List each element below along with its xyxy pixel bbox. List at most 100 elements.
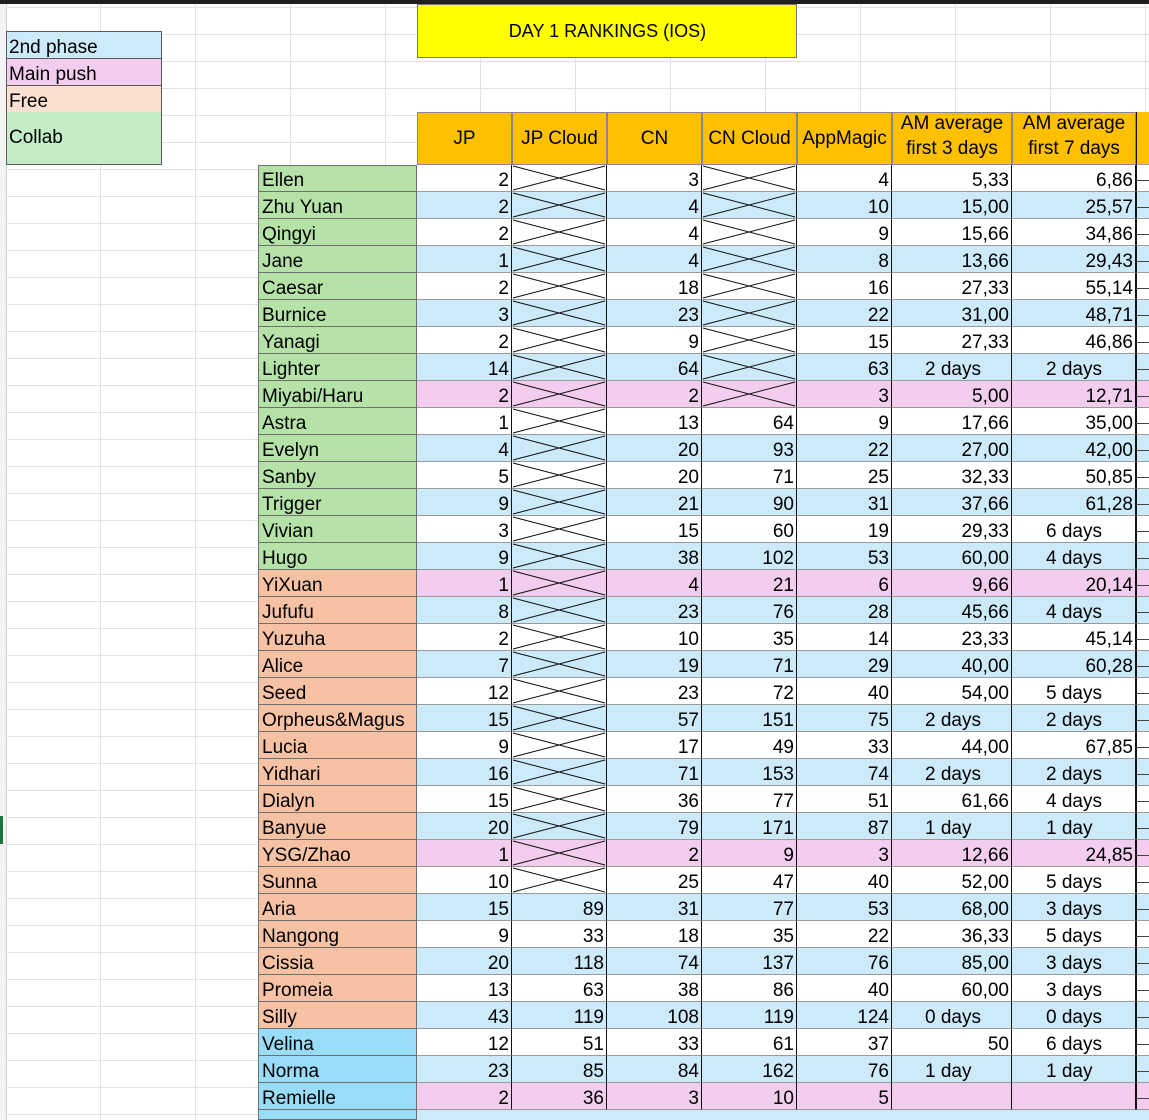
cell-jp[interactable]: 5 — [417, 462, 512, 489]
cell-am7[interactable]: 29,43 — [1012, 246, 1136, 273]
cell-am7[interactable]: 2 days — [1012, 354, 1136, 381]
cell-jp[interactable]: 2 — [417, 219, 512, 246]
cell-am7[interactable]: 46,86 — [1012, 327, 1136, 354]
cell-cn[interactable]: 84 — [607, 1056, 702, 1083]
cell-cn-cloud[interactable]: 102 — [702, 543, 797, 570]
cell-cn-cloud[interactable]: 86 — [702, 975, 797, 1002]
cell-jp[interactable]: 1 — [417, 570, 512, 597]
cell-cn[interactable]: 79 — [607, 813, 702, 840]
cell-appmagic[interactable]: 28 — [797, 597, 892, 624]
cell-appmagic[interactable]: 74 — [797, 759, 892, 786]
row-name-cell[interactable]: Remielle — [258, 1083, 417, 1110]
cell-cn[interactable]: 20 — [607, 462, 702, 489]
cell-appmagic[interactable]: 15 — [797, 327, 892, 354]
cell-jp-cloud[interactable] — [512, 273, 607, 300]
cell-am7[interactable]: 6 days — [1012, 516, 1136, 543]
cell-am3[interactable]: 60,00 — [892, 543, 1012, 570]
cell-cn[interactable]: 23 — [607, 300, 702, 327]
cell-am3[interactable]: 40,00 — [892, 651, 1012, 678]
cell-am3[interactable]: 44,00 — [892, 732, 1012, 759]
cell-am7[interactable]: 20,14 — [1012, 570, 1136, 597]
cell-am7[interactable]: 35,00 — [1012, 408, 1136, 435]
cell-cn-cloud[interactable]: 77 — [702, 894, 797, 921]
cell-jp-cloud[interactable] — [512, 759, 607, 786]
cell-cn[interactable]: 74 — [607, 948, 702, 975]
cell-cn[interactable]: 4 — [607, 570, 702, 597]
cell-jp[interactable]: 3 — [417, 300, 512, 327]
cell-am3[interactable]: 37,66 — [892, 489, 1012, 516]
cell-am7[interactable] — [1012, 1083, 1136, 1110]
cell-cn-cloud[interactable] — [702, 327, 797, 354]
cell-am7[interactable]: 48,71 — [1012, 300, 1136, 327]
row-name-cell[interactable]: Vivian — [258, 516, 417, 543]
row-name-cell[interactable]: Alice — [258, 651, 417, 678]
cell-am7[interactable]: 6 days — [1012, 1029, 1136, 1056]
cell-jp[interactable]: 1 — [417, 840, 512, 867]
column-header-jp-cloud[interactable]: JP Cloud — [512, 112, 607, 165]
cell-jp-cloud[interactable]: 63 — [512, 975, 607, 1002]
cell-cn-cloud[interactable]: 10 — [702, 1083, 797, 1110]
column-header-cn[interactable]: CN — [607, 112, 702, 165]
cell-jp-cloud[interactable]: 118 — [512, 948, 607, 975]
cell-appmagic[interactable]: 76 — [797, 1056, 892, 1083]
row-name-cell[interactable]: Ellen — [258, 165, 417, 192]
cell-jp-cloud[interactable] — [512, 678, 607, 705]
row-name-cell[interactable]: Sanby — [258, 462, 417, 489]
cell-am7[interactable]: 1 day — [1012, 1056, 1136, 1083]
row-cells-partial[interactable] — [417, 1110, 1149, 1120]
cell-am3[interactable]: 17,66 — [892, 408, 1012, 435]
row-name-cell[interactable]: Seed — [258, 678, 417, 705]
cell-cn-cloud[interactable]: 151 — [702, 705, 797, 732]
cell-cn-cloud[interactable]: 35 — [702, 921, 797, 948]
cell-cn[interactable]: 9 — [607, 327, 702, 354]
cell-cn[interactable]: 4 — [607, 246, 702, 273]
cell-am7[interactable]: 0 days — [1012, 1002, 1136, 1029]
cell-jp-cloud[interactable]: 85 — [512, 1056, 607, 1083]
cell-am3[interactable]: 23,33 — [892, 624, 1012, 651]
cell-appmagic[interactable]: 3 — [797, 381, 892, 408]
cell-appmagic[interactable]: 19 — [797, 516, 892, 543]
row-name-cell[interactable]: Trigger — [258, 489, 417, 516]
row-name-cell[interactable]: YSG/Zhao — [258, 840, 417, 867]
row-name-cell[interactable]: Astra — [258, 408, 417, 435]
cell-jp[interactable]: 16 — [417, 759, 512, 786]
cell-am7[interactable]: 4 days — [1012, 597, 1136, 624]
cell-appmagic[interactable]: 53 — [797, 894, 892, 921]
cell-jp-cloud[interactable] — [512, 246, 607, 273]
cell-jp-cloud[interactable] — [512, 597, 607, 624]
cell-cn[interactable]: 17 — [607, 732, 702, 759]
cell-jp[interactable]: 2 — [417, 273, 512, 300]
cell-cn-cloud[interactable]: 137 — [702, 948, 797, 975]
cell-cn[interactable]: 71 — [607, 759, 702, 786]
column-header-appmagic[interactable]: AppMagic — [797, 112, 892, 165]
cell-cn[interactable]: 31 — [607, 894, 702, 921]
cell-am7[interactable]: 4 days — [1012, 786, 1136, 813]
row-name-cell[interactable]: Promeia — [258, 975, 417, 1002]
cell-jp[interactable]: 12 — [417, 1029, 512, 1056]
cell-jp-cloud[interactable] — [512, 651, 607, 678]
cell-cn-cloud[interactable] — [702, 246, 797, 273]
cell-jp[interactable]: 4 — [417, 435, 512, 462]
cell-am7[interactable]: 60,28 — [1012, 651, 1136, 678]
cell-appmagic[interactable]: 124 — [797, 1002, 892, 1029]
row-name-cell[interactable]: Silly — [258, 1002, 417, 1029]
cell-cn[interactable]: 15 — [607, 516, 702, 543]
cell-jp[interactable]: 9 — [417, 732, 512, 759]
cell-cn[interactable]: 18 — [607, 273, 702, 300]
cell-jp-cloud[interactable] — [512, 327, 607, 354]
cell-appmagic[interactable]: 10 — [797, 192, 892, 219]
row-name-cell[interactable]: Aria — [258, 894, 417, 921]
cell-appmagic[interactable]: 22 — [797, 921, 892, 948]
cell-cn[interactable]: 33 — [607, 1029, 702, 1056]
cell-am7[interactable]: 4 days — [1012, 543, 1136, 570]
cell-cn[interactable]: 3 — [607, 1083, 702, 1110]
cell-cn-cloud[interactable]: 77 — [702, 786, 797, 813]
cell-cn[interactable]: 64 — [607, 354, 702, 381]
cell-jp[interactable]: 3 — [417, 516, 512, 543]
cell-cn-cloud[interactable] — [702, 219, 797, 246]
cell-jp[interactable]: 9 — [417, 543, 512, 570]
cell-cn-cloud[interactable]: 71 — [702, 651, 797, 678]
cell-appmagic[interactable]: 33 — [797, 732, 892, 759]
row-name-cell[interactable]: Lighter — [258, 354, 417, 381]
row-name-cell[interactable]: Hugo — [258, 543, 417, 570]
